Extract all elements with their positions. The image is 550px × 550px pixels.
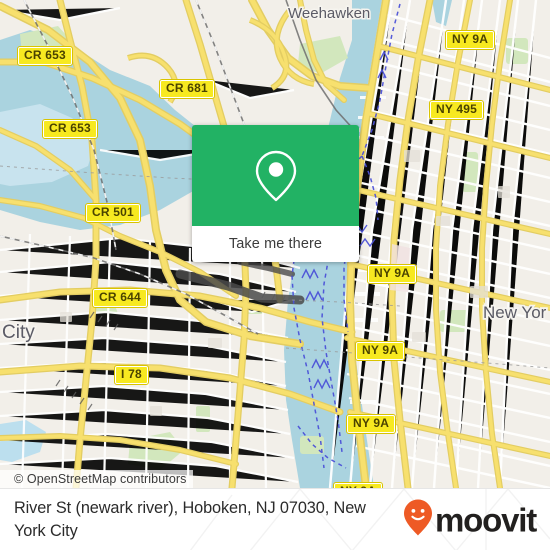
place-card-header [192,125,359,226]
road-shield: CR 501 [85,203,141,223]
road-shield: NY 495 [428,100,485,120]
result-footer: River St (newark river), Hoboken, NJ 070… [0,488,550,550]
moovit-smiley-pin-icon [403,498,433,541]
map-result-screenshot: Weehawken City New Yor CR 653 CR 681 CR … [0,0,550,550]
road-shield: CR 653 [42,119,98,139]
place-card[interactable]: Take me there [192,125,359,262]
road-shield: CR 681 [159,79,215,99]
road-shield: NY 9A [354,341,406,361]
road-shield: NY 9A [345,414,397,434]
road-shield: NY 9A [444,30,496,50]
osm-attribution[interactable]: © OpenStreetMap contributors [0,470,193,488]
take-me-there-button[interactable]: Take me there [192,226,359,262]
moovit-logo[interactable]: moovit [403,498,537,541]
road-shield: CR 644 [92,288,148,308]
map-pin-icon [254,149,298,203]
place-title: River St (newark river), Hoboken, NJ 070… [14,498,366,540]
road-shield: I 78 [114,365,149,385]
moovit-wordmark: moovit [435,501,537,538]
osm-attribution-text: © OpenStreetMap contributors [14,472,187,486]
road-shield: CR 653 [17,46,73,66]
road-shield: NY 9A [366,264,418,284]
take-me-there-label: Take me there [228,236,323,252]
